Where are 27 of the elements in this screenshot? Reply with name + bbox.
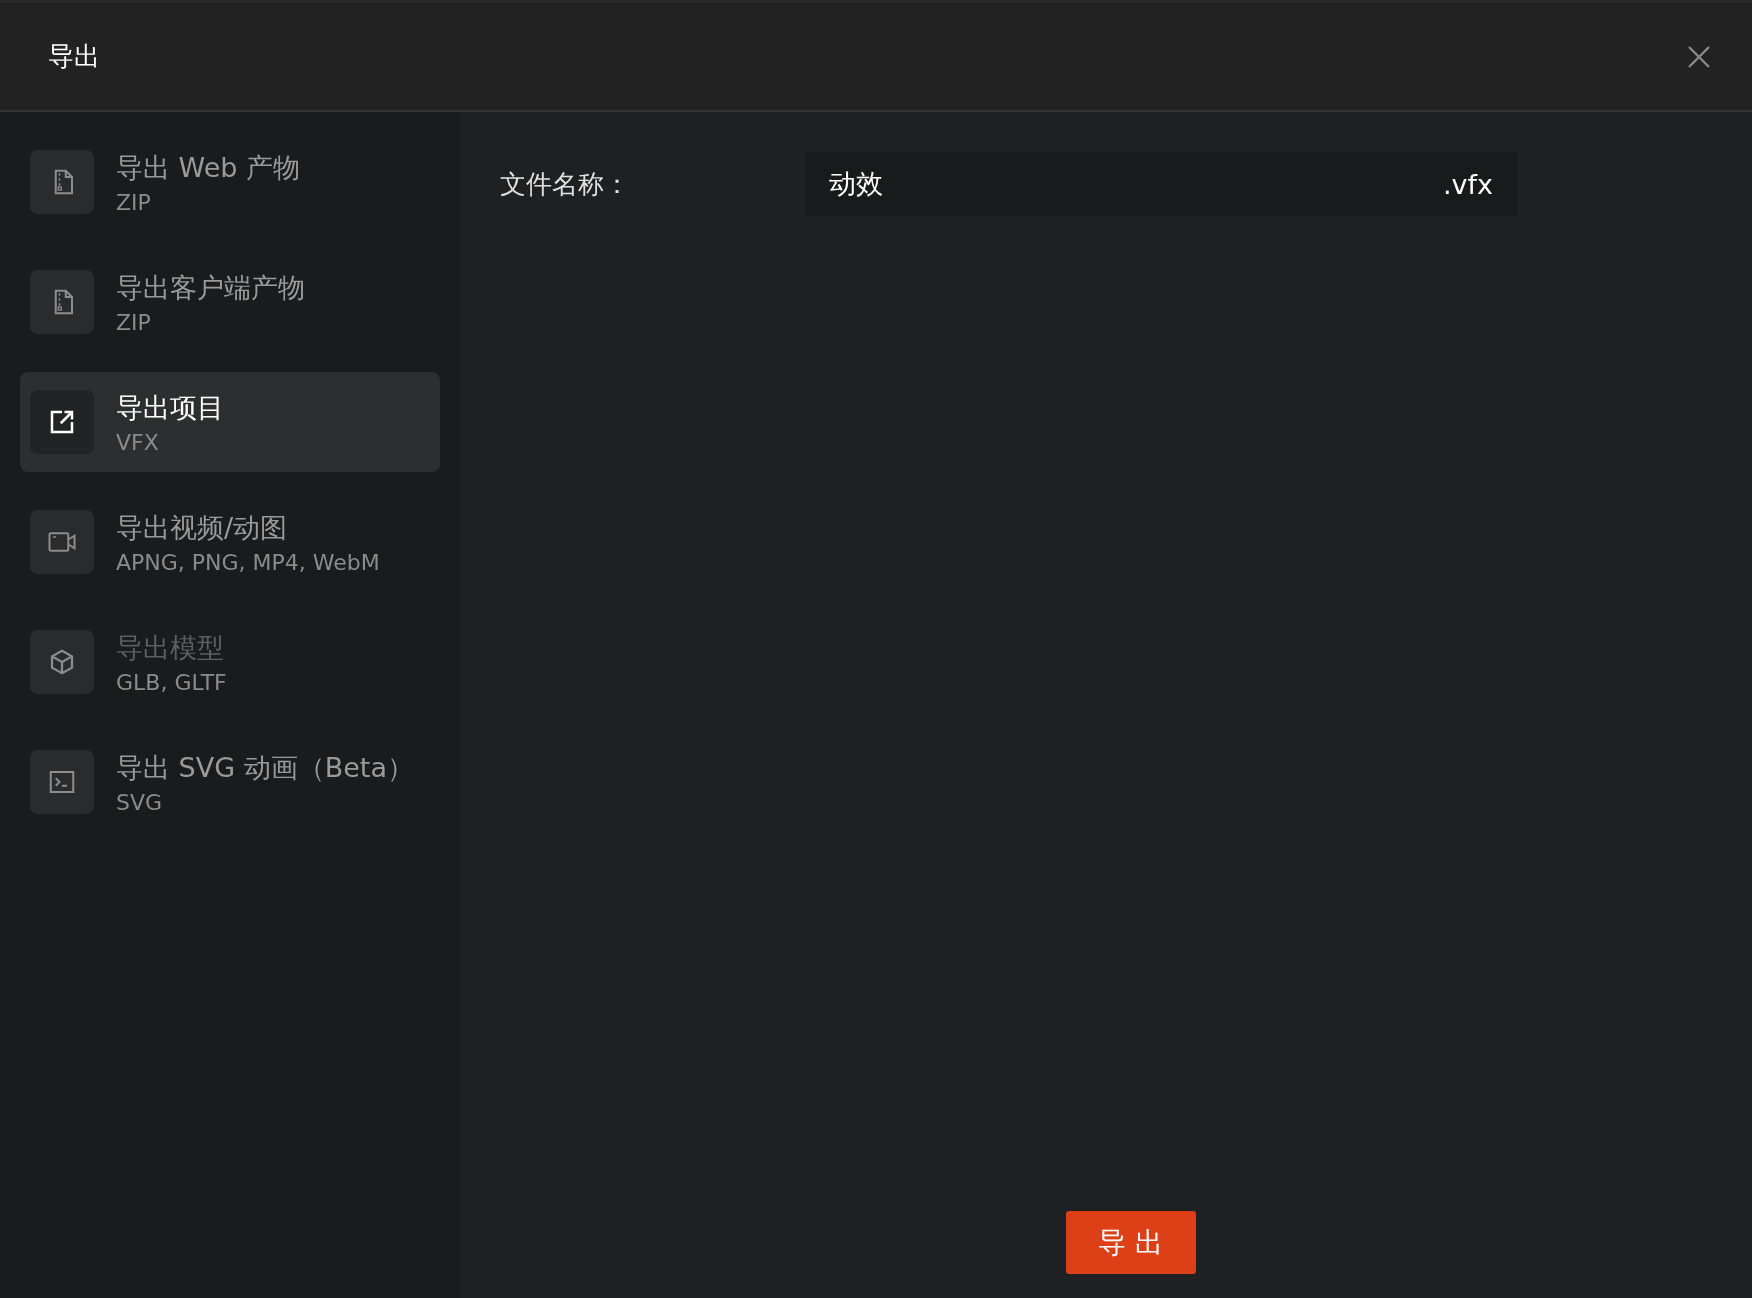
export-option[interactable]: 导出 Web 产物 ZIP [20,132,440,232]
option-formats: VFX [116,429,160,455]
option-title: 导出视频/动图 [116,510,289,545]
zip-file-icon [30,270,94,334]
option-formats: ZIP [116,309,152,335]
option-formats: GLB, GLTF [116,669,227,695]
file-extension: .vfx [1442,168,1493,200]
video-camera-icon [30,510,94,574]
export-option[interactable]: 导出 SVG 动画（Beta） SVG [20,732,440,832]
dialog-title: 导出 [48,40,100,73]
export-option[interactable]: 导出客户端产物 ZIP [20,252,440,352]
option-formats: ZIP [116,189,152,215]
option-formats: SVG [116,789,164,815]
option-title: 导出项目 [116,390,224,425]
export-option[interactable]: 导出视频/动图 APNG, PNG, MP4, WebM [20,492,440,592]
option-title: 导出 Web 产物 [116,150,301,185]
export-button[interactable]: 导 出 [1065,1211,1196,1274]
cube-icon [30,630,94,694]
filename-label: 文件名称： [500,167,631,201]
export-icon [30,390,94,454]
terminal-icon [30,750,94,814]
option-formats: APNG, PNG, MP4, WebM [116,549,380,575]
export-option[interactable]: 导出项目 VFX [20,372,440,472]
option-title: 导出模型 [116,630,225,665]
option-title: 导出客户端产物 [116,270,305,305]
zip-file-icon [30,150,94,214]
option-title: 导出 SVG 动画（Beta） [116,750,414,785]
